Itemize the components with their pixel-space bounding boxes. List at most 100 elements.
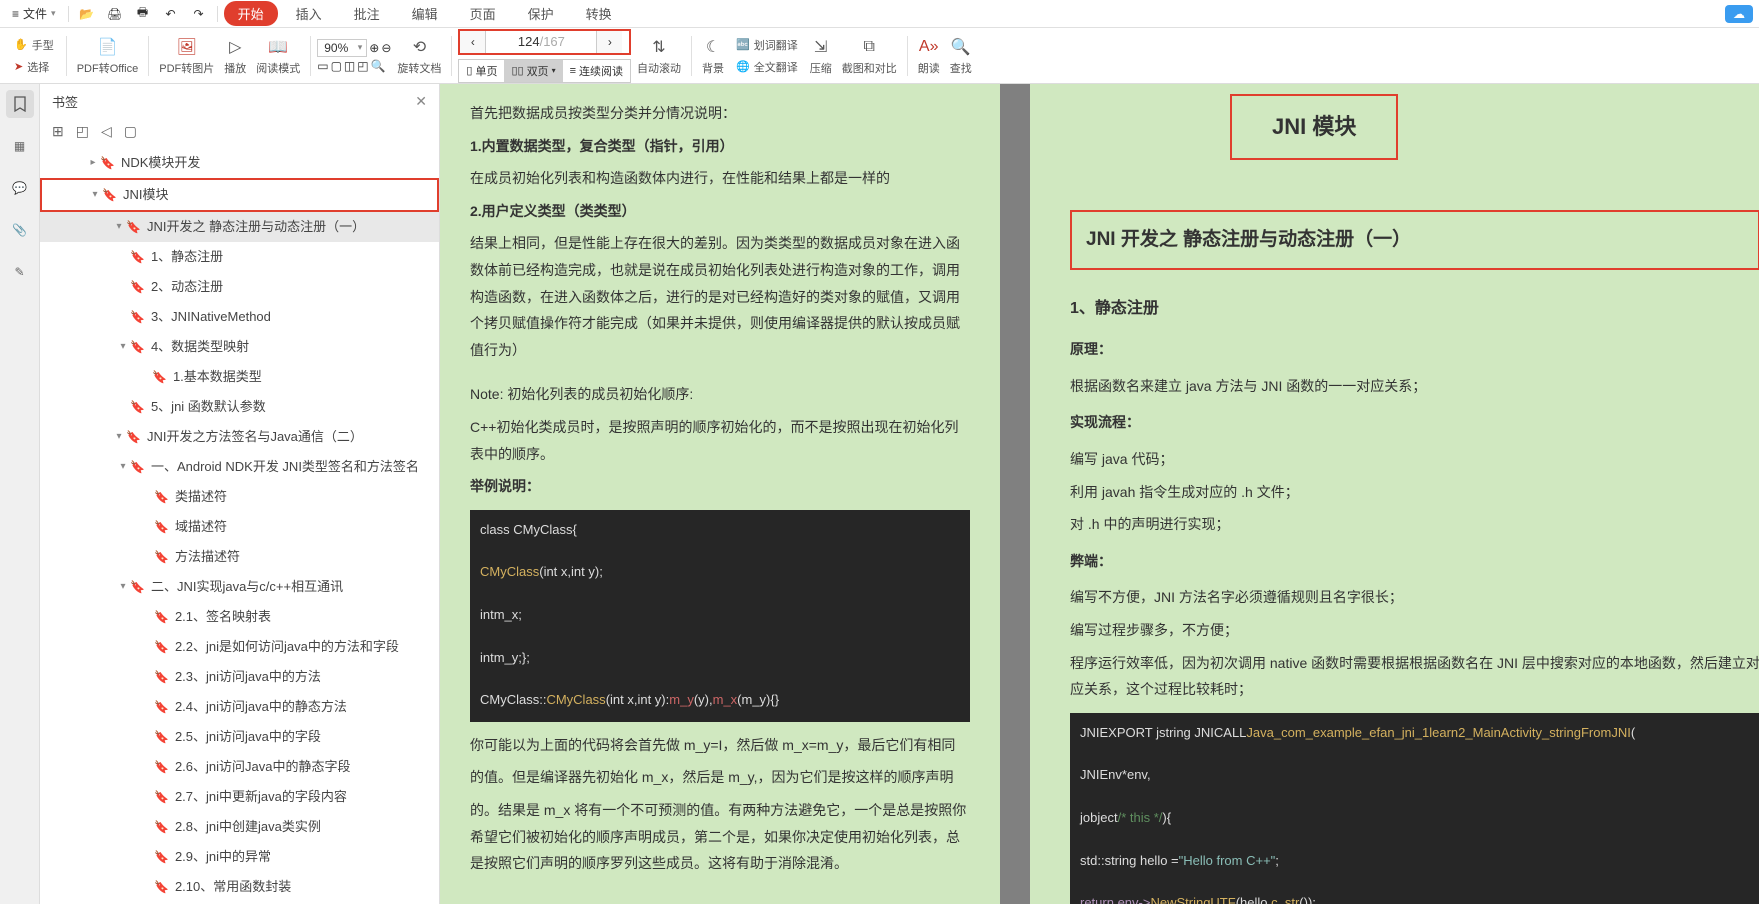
next-page-button[interactable]: › <box>596 31 622 53</box>
rotate-doc-button[interactable]: ⟲旋转文档 <box>393 34 445 78</box>
read-mode-button[interactable]: 📖阅读模式 <box>252 34 304 78</box>
tree-item[interactable]: ▾🔖二、JNI实现java与c/c++相互通讯 <box>40 572 439 602</box>
tree-item[interactable]: 🔖2、动态注册 <box>40 272 439 302</box>
folder-bookmark-icon[interactable]: ◰ <box>76 123 89 140</box>
tab-start[interactable]: 开始 <box>224 1 278 26</box>
double-page-button[interactable]: ▯▯双页▾ <box>504 60 562 82</box>
undo-icon[interactable]: ↶ <box>159 3 183 25</box>
tree-item[interactable]: 🔖3、JNINativeMethod <box>40 302 439 332</box>
tree-item[interactable]: 🔖2.9、jni中的异常 <box>40 842 439 872</box>
tree-item[interactable]: 🔖域描述符 <box>40 512 439 542</box>
app-menu-button[interactable]: ≡ 文件 ▾ <box>6 3 62 24</box>
compress-button[interactable]: ⇲压缩 <box>806 34 836 78</box>
tab-convert[interactable]: 转换 <box>572 1 626 26</box>
bookmarks-rail-button[interactable] <box>6 90 34 118</box>
code-token: "Hello from C++" <box>1179 853 1276 868</box>
zoom-out-icon[interactable]: ⊖ <box>381 41 391 55</box>
redo-icon[interactable]: ↷ <box>187 3 211 25</box>
select-tool-button[interactable]: ➤选择 <box>8 57 60 77</box>
heading: 实现流程： <box>1070 409 1759 436</box>
tree-item[interactable]: ▾🔖一、Android NDK开发 JNI类型签名和方法签名 <box>40 452 439 482</box>
rotate-icon: ⟲ <box>408 36 430 58</box>
bookmark-icon: 🔖 <box>130 456 145 478</box>
full-translate-button[interactable]: 🌐全文翻译 <box>730 57 804 77</box>
background-button[interactable]: ☾背景 <box>698 34 728 78</box>
tab-insert[interactable]: 插入 <box>282 1 336 26</box>
comments-rail-button[interactable]: 💬 <box>6 174 34 202</box>
page-number-display[interactable]: 124/167 <box>486 34 596 49</box>
tab-edit[interactable]: 编辑 <box>398 1 452 26</box>
tree-item-ndk[interactable]: ▸🔖NDK模块开发 <box>40 148 439 178</box>
fit-width-icon[interactable]: ▭ <box>317 59 328 73</box>
tree-item[interactable]: 🔖类描述符 <box>40 482 439 512</box>
continuous-read-button[interactable]: ≡连续阅读 <box>563 60 630 82</box>
tree-item[interactable]: 🔖2.4、jni访问java中的静态方法 <box>40 692 439 722</box>
prev-page-button[interactable]: ‹ <box>460 31 486 53</box>
tree-item[interactable]: 🔖1.基本数据类型 <box>40 362 439 392</box>
single-page-button[interactable]: ▯单页 <box>459 60 504 82</box>
bookmark-icon: 🔖 <box>154 756 169 778</box>
marquee-zoom-icon[interactable]: ◰ <box>357 59 368 73</box>
code-token: c_str <box>1271 895 1299 904</box>
actual-size-icon[interactable]: ◫ <box>344 59 355 73</box>
bookmark-icon: 🔖 <box>154 696 169 718</box>
tab-annotate[interactable]: 批注 <box>340 1 394 26</box>
tree-item[interactable]: 🔖2.8、jni中创建java类实例 <box>40 812 439 842</box>
tree-item[interactable]: 🔖5、jni 函数默认参数 <box>40 392 439 422</box>
tab-page[interactable]: 页面 <box>456 1 510 26</box>
tree-label: 2.7、jni中更新java的字段内容 <box>175 786 347 808</box>
dict-translate-button[interactable]: 🔤划词翻译 <box>730 35 804 55</box>
zoom-combobox[interactable]: 90% <box>317 39 367 57</box>
tree-item[interactable]: 🔖2.1、签名映射表 <box>40 602 439 632</box>
close-sidebar-button[interactable]: ✕ <box>415 93 427 110</box>
pdf-to-office-button[interactable]: 📄PDF转Office <box>73 34 143 78</box>
add-bookmark-icon[interactable]: ⊞ <box>52 123 64 140</box>
page-viewport[interactable]: 首先把数据成员按类型分类并分情况说明： 1.内置数据类型，复合类型（指针，引用）… <box>440 84 1759 904</box>
heading: 弊端： <box>1070 548 1759 575</box>
prev-bookmark-icon[interactable]: ◁ <box>101 123 112 140</box>
paragraph: 的。结果是 m_x 将有一个不可预测的值。有两种方法避免它，一个是总是按照你希望… <box>470 797 970 877</box>
tree-item[interactable]: 🔖1、静态注册 <box>40 242 439 272</box>
fit-page-icon[interactable]: ▢ <box>331 59 342 73</box>
bookmark-options-icon[interactable]: ▢ <box>124 123 137 140</box>
auto-scroll-button[interactable]: ⇅自动滚动 <box>633 34 685 78</box>
tree-item[interactable]: 🔖2.10、常用函数封装 <box>40 872 439 902</box>
tree-item-jni-reg-1[interactable]: ▾🔖JNI开发之 静态注册与动态注册（一） <box>40 212 439 242</box>
zoom-in-icon[interactable]: ⊕ <box>369 41 379 55</box>
signatures-rail-button[interactable]: ✎ <box>6 258 34 286</box>
tree-item[interactable]: 🔖方法描述符 <box>40 542 439 572</box>
search-button[interactable]: 🔍查找 <box>946 34 976 78</box>
tree-item[interactable]: 🔖2.2、jni是如何访问java中的方法和字段 <box>40 632 439 662</box>
open-icon[interactable]: 📂 <box>75 3 99 25</box>
bookmark-tree[interactable]: ▸🔖NDK模块开发 ▾🔖JNI模块 ▾🔖JNI开发之 静态注册与动态注册（一） … <box>40 148 439 904</box>
tab-protect[interactable]: 保护 <box>514 1 568 26</box>
read-aloud-button[interactable]: A»朗读 <box>914 34 944 78</box>
screenshot-compare-button[interactable]: ⧉截图和对比 <box>838 34 901 78</box>
bookmark-icon: 🔖 <box>130 576 145 598</box>
tree-item-jni-sig-2[interactable]: ▾🔖JNI开发之方法签名与Java通信（二） <box>40 422 439 452</box>
tree-item[interactable]: 🔖 2.7、jni中更新java的字段内容 <box>40 782 439 812</box>
tree-item[interactable]: 🔖2.6、jni访问Java中的静态字段 <box>40 752 439 782</box>
tree-item[interactable]: 🔖2.3、jni访问java中的方法 <box>40 662 439 692</box>
tree-label: 1.基本数据类型 <box>173 366 262 388</box>
tree-item[interactable]: 🔖2.5、jni访问java中的字段 <box>40 722 439 752</box>
code-token: (int x,int y); <box>539 564 603 579</box>
cloud-sync-button[interactable]: ☁ <box>1725 5 1753 23</box>
tree-item[interactable]: ▾🔖4、数据类型映射 <box>40 332 439 362</box>
bookmark-icon: 🔖 <box>154 786 169 808</box>
pdf-to-image-button[interactable]: 🖼PDF转图片 <box>155 34 218 78</box>
moon-icon: ☾ <box>702 36 724 58</box>
paragraph: 编写 java 代码； <box>1070 446 1759 473</box>
single-page-label: 单页 <box>475 63 497 79</box>
thumbnails-rail-button[interactable]: ▦ <box>6 132 34 160</box>
attachments-rail-button[interactable]: 📎 <box>6 216 34 244</box>
hand-tool-button[interactable]: ✋手型 <box>8 35 60 55</box>
code-block-1: class CMyClass{ CMyClass(int x,int y); i… <box>470 510 970 722</box>
save-icon[interactable]: 🖨 <box>103 3 127 25</box>
select-label: 选择 <box>27 59 49 75</box>
loupe-icon[interactable]: 🔍 <box>371 59 386 73</box>
hamburger-icon: ≡ <box>12 7 19 21</box>
print-icon[interactable]: 🖶 <box>131 3 155 25</box>
tree-item-jni-module[interactable]: ▾🔖JNI模块 <box>40 178 439 212</box>
play-button[interactable]: ▷播放 <box>220 34 250 78</box>
